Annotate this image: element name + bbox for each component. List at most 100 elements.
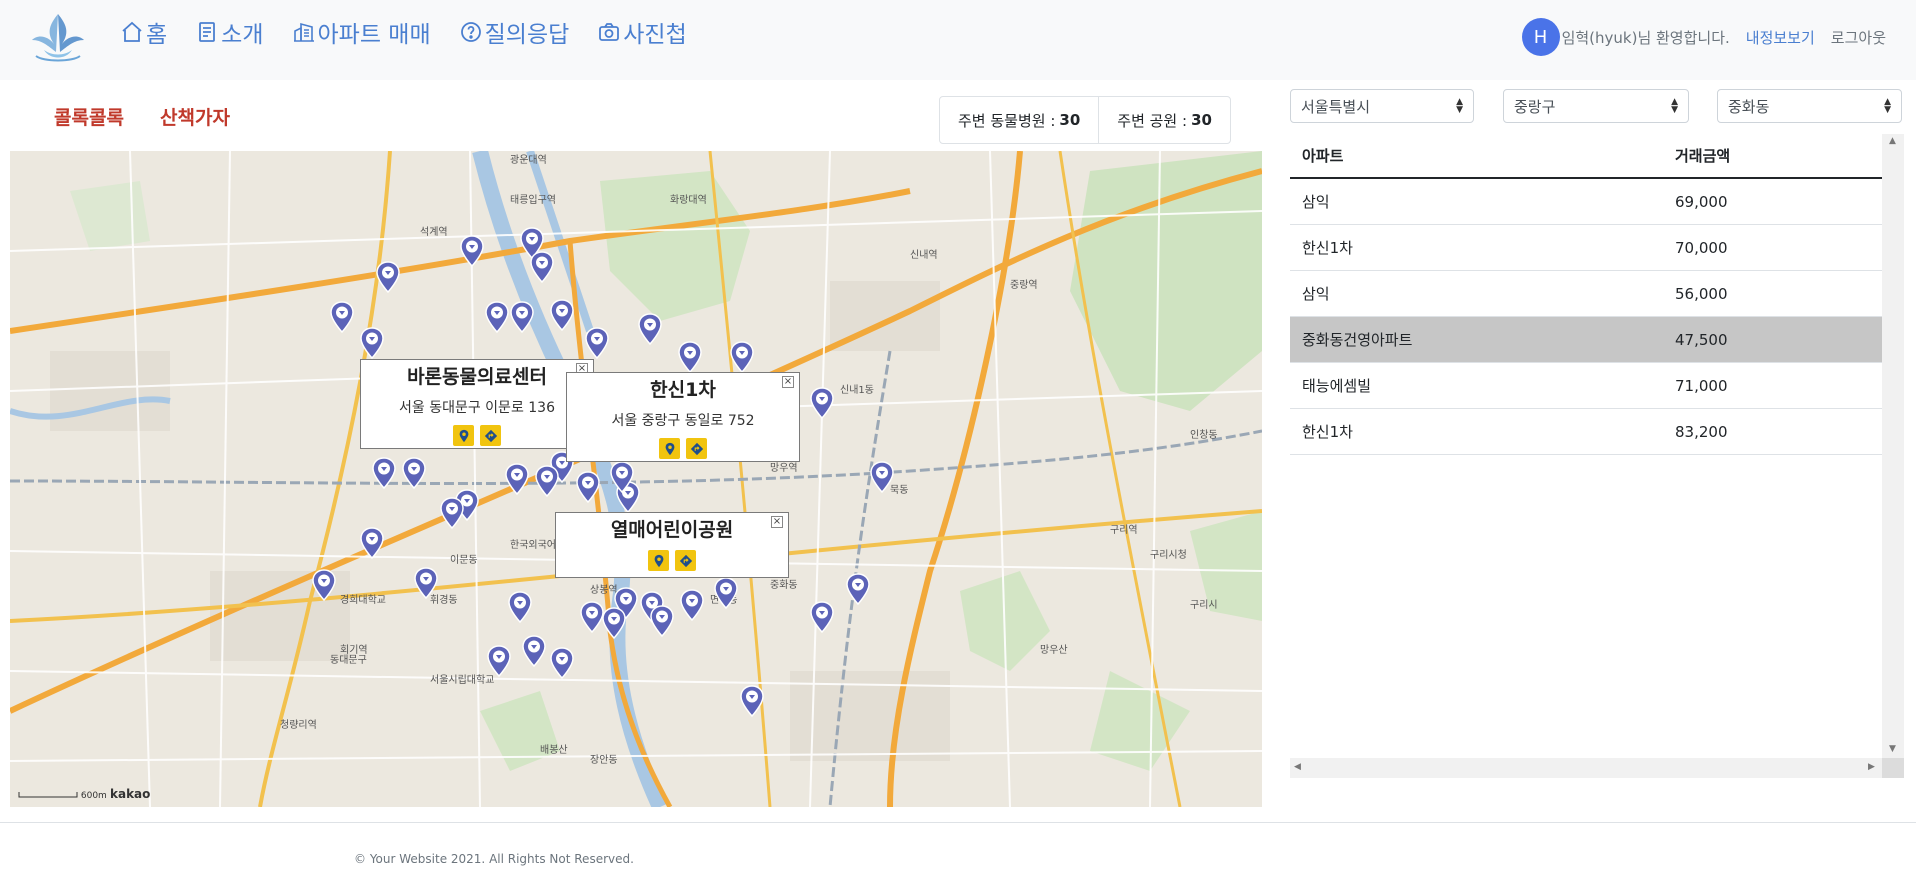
horizontal-scrollbar[interactable]: ◀ ▶ <box>1290 758 1882 778</box>
map-marker[interactable] <box>402 457 426 490</box>
header-apartment: 아파트 <box>1302 147 1344 165</box>
map-pin-icon <box>810 387 834 420</box>
map-marker[interactable] <box>510 301 534 334</box>
map-marker[interactable] <box>372 457 396 490</box>
park-count-value: 30 <box>1191 111 1212 129</box>
map-marker[interactable] <box>376 261 400 294</box>
map[interactable]: 광운대역 석계역 태릉입구역 화랑대역 신내역 구리시청 망우역 회기역 청량리역 동대문구 중화동… <box>10 151 1262 807</box>
map-pin-icon <box>460 235 484 268</box>
map-pin-icon <box>585 327 609 360</box>
map-marker[interactable] <box>312 569 336 602</box>
map-pin-icon <box>680 589 704 622</box>
map-marker[interactable] <box>846 573 870 606</box>
my-info-link[interactable]: 내정보보기 <box>1746 27 1815 48</box>
category-walk[interactable]: 산책가자 <box>160 103 230 130</box>
map-pin-icon <box>846 573 870 606</box>
directions-icon <box>679 554 692 567</box>
map-marker[interactable] <box>460 235 484 268</box>
district-select[interactable]: 중랑구 ▲ ▼ <box>1503 89 1689 123</box>
map-marker[interactable] <box>580 601 604 634</box>
map-marker[interactable] <box>810 601 834 634</box>
site-logo[interactable] <box>24 6 92 70</box>
map-marker[interactable] <box>576 471 600 504</box>
map-marker[interactable] <box>585 327 609 360</box>
map-marker[interactable] <box>330 301 354 334</box>
category-cough[interactable]: 콜록콜록 <box>54 103 124 130</box>
row-apartment: 한신1차 <box>1302 423 1353 441</box>
map-marker[interactable] <box>360 527 384 560</box>
city-select[interactable]: 서울특별시 ▲ ▼ <box>1290 89 1474 123</box>
row-price: 56,000 <box>1675 284 1728 303</box>
logout-link[interactable]: 로그아웃 <box>1831 27 1886 48</box>
map-marker[interactable] <box>810 387 834 420</box>
scroll-up-icon[interactable]: ▲ <box>1889 136 1896 146</box>
nav-apartment-trade[interactable]: 아파트 매매 <box>292 12 431 52</box>
document-icon <box>199 22 216 42</box>
map-marker[interactable] <box>730 341 754 374</box>
city-select-value: 서울특별시 <box>1301 97 1371 116</box>
map-marker[interactable] <box>870 461 894 494</box>
row-price: 71,000 <box>1675 376 1728 395</box>
question-icon <box>460 22 481 42</box>
location-button[interactable] <box>453 425 474 446</box>
map-marker[interactable] <box>680 589 704 622</box>
map-marker[interactable] <box>360 327 384 360</box>
map-pin-icon <box>360 527 384 560</box>
home-icon <box>122 21 142 42</box>
table-row[interactable]: 삼익 69,000 <box>1290 179 1882 225</box>
directions-button[interactable] <box>675 550 696 571</box>
map-place-label: 신내1동 <box>840 385 874 396</box>
map-pin-icon <box>505 463 529 496</box>
header-price: 거래금액 <box>1675 147 1731 165</box>
map-marker[interactable] <box>550 647 574 680</box>
map-scale: 600m <box>18 791 107 801</box>
directions-button[interactable] <box>686 438 707 459</box>
avatar[interactable]: H <box>1521 18 1560 56</box>
map-pin-icon <box>414 567 438 600</box>
map-marker[interactable] <box>508 591 532 624</box>
map-marker[interactable] <box>440 497 464 530</box>
nav-qna-label: 질의응답 <box>484 22 570 48</box>
map-place-label: 석계역 <box>420 227 448 238</box>
map-marker[interactable] <box>522 635 546 668</box>
logo-icon <box>32 14 84 62</box>
scroll-right-icon[interactable]: ▶ <box>1868 762 1875 772</box>
map-marker[interactable] <box>714 577 738 610</box>
map-marker[interactable] <box>487 645 511 678</box>
nav-gallery[interactable]: 사진첩 <box>597 12 687 52</box>
map-marker[interactable] <box>638 313 662 346</box>
map-pin-icon <box>870 461 894 494</box>
table-row-selected[interactable]: 중화동건영아파트 47,500 <box>1290 317 1882 363</box>
map-marker[interactable] <box>650 605 674 638</box>
nav-home[interactable]: 홈 <box>120 12 167 52</box>
location-button[interactable] <box>659 438 680 459</box>
row-apartment: 한신1차 <box>1302 239 1353 257</box>
map-marker[interactable] <box>740 685 764 718</box>
vertical-scrollbar[interactable]: ▲ ▼ <box>1882 134 1904 758</box>
map-marker[interactable] <box>530 251 554 284</box>
map-marker[interactable] <box>535 465 559 498</box>
dong-select[interactable]: 중화동 ▲ ▼ <box>1717 89 1902 123</box>
table-row[interactable]: 태능에셈빌 71,000 <box>1290 363 1882 409</box>
map-marker[interactable] <box>550 299 574 332</box>
close-icon[interactable]: × <box>782 376 794 388</box>
table-row[interactable]: 한신1차 83,200 <box>1290 409 1882 455</box>
scroll-left-icon[interactable]: ◀ <box>1294 762 1301 772</box>
map-place-label: 구리시청 <box>1150 550 1187 561</box>
table-row[interactable]: 삼익 56,000 <box>1290 271 1882 317</box>
map-marker[interactable] <box>505 463 529 496</box>
scroll-down-icon[interactable]: ▼ <box>1889 744 1896 754</box>
nav-qna[interactable]: 질의응답 <box>459 12 570 52</box>
map-pin-icon <box>665 442 674 455</box>
directions-button[interactable] <box>480 425 501 446</box>
map-marker[interactable] <box>485 301 509 334</box>
table-row[interactable]: 한신1차 70,000 <box>1290 225 1882 271</box>
nav-about[interactable]: 소개 <box>195 12 264 52</box>
map-marker[interactable] <box>414 567 438 600</box>
map-marker[interactable] <box>602 607 626 640</box>
map-marker[interactable] <box>610 461 634 494</box>
location-button[interactable] <box>648 550 669 571</box>
close-icon[interactable]: × <box>771 516 783 528</box>
trade-table[interactable]: 아파트 거래금액 삼익 69,000 한신1차 70,000 삼익 56,000… <box>1290 134 1904 778</box>
map-marker[interactable] <box>678 341 702 374</box>
